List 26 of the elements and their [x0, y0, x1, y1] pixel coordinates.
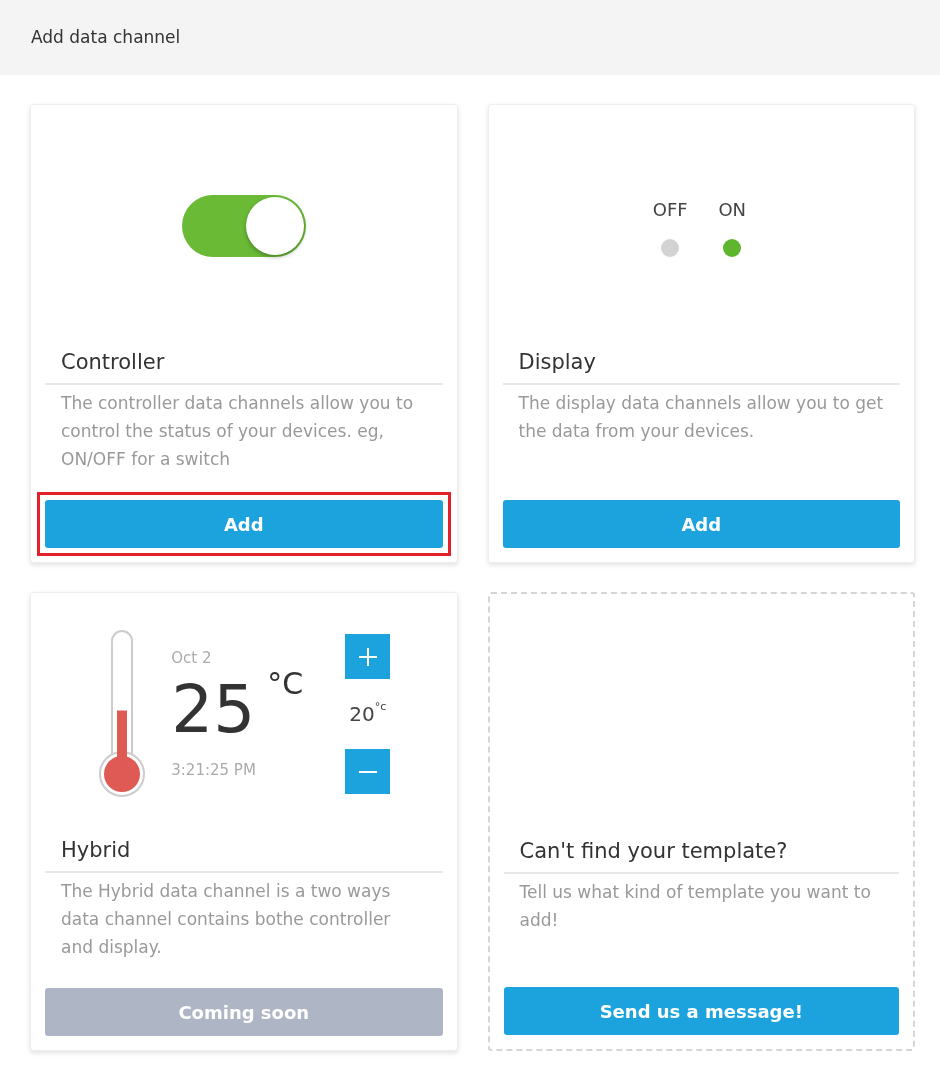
card-title: Can't find your template? [519, 839, 788, 863]
plus-icon [357, 646, 378, 667]
decrease-button[interactable] [345, 749, 391, 794]
indicator-label: ON [718, 197, 747, 222]
setpoint-value: 20 [349, 701, 375, 728]
minus-icon [357, 769, 378, 774]
card-description: Tell us what kind of template you want to add! [518, 880, 872, 932]
increase-button[interactable] [345, 634, 391, 679]
card-title: Controller [61, 350, 165, 374]
card-description: The controller data channels allow you to control the status of your devices. eg, ON/OFF for a switch [60, 391, 415, 471]
card-description: The Hybrid data channel is a two ways data channel contains bothe controller and display. [60, 879, 392, 959]
setpoint-unit: °c [374, 699, 387, 715]
temperature-unit: °C [267, 669, 304, 699]
card-title: Display [518, 350, 596, 374]
card-description: The display data channels allow you to get the data from your devices. [517, 391, 885, 443]
send-message-button[interactable]: Send us a message! [503, 987, 899, 1035]
date-text: Oct 2 [171, 647, 213, 669]
toggle-switch[interactable] [181, 195, 306, 257]
add-button[interactable]: Add [45, 500, 443, 548]
page-title: Add data channel [31, 25, 181, 49]
card-title: Hybrid [61, 838, 131, 862]
indicator-label: OFF [652, 197, 688, 222]
thermometer-icon [97, 629, 148, 799]
add-button[interactable]: Add [502, 500, 900, 548]
time-text: 3:21:25 PM [171, 760, 257, 781]
temperature-reading: 25 [171, 677, 256, 743]
